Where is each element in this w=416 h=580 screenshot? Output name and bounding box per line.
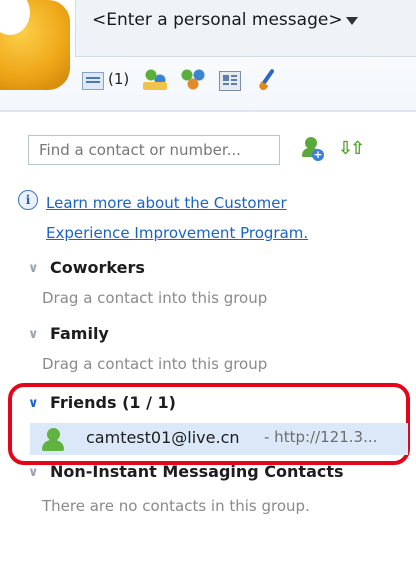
search-input[interactable] — [28, 135, 280, 165]
chevron-down-icon[interactable]: ∨ — [28, 465, 39, 480]
ceip-link[interactable]: Experience Improvement Program. — [46, 218, 308, 248]
group-label: Coworkers — [50, 258, 145, 277]
group-name: Friends — [50, 393, 117, 412]
personal-message[interactable]: <Enter a personal message> — [92, 10, 343, 30]
mail-count[interactable]: (1) — [108, 70, 129, 88]
group-label: Friends (1 / 1) — [50, 393, 176, 412]
contact-personal-message: - http://121.3... — [264, 428, 378, 446]
contact-email[interactable]: camtest01@live.cn — [86, 428, 240, 447]
ceip-link[interactable]: Learn more about the Customer — [46, 188, 287, 218]
avatar[interactable] — [0, 0, 70, 90]
chevron-down-icon[interactable] — [346, 17, 358, 25]
mail-icon[interactable] — [82, 72, 104, 90]
chevron-down-icon[interactable]: ∨ — [28, 327, 39, 342]
group-empty-text: There are no contacts in this group. — [42, 497, 310, 515]
group-count: (1 / 1) — [122, 393, 176, 412]
groups-icon[interactable] — [181, 68, 206, 90]
news-icon[interactable] — [219, 71, 242, 91]
group-label: Family — [50, 324, 109, 343]
contacts-icon[interactable] — [143, 68, 168, 90]
toolbar: (1) — [82, 66, 293, 92]
online-status-icon — [42, 428, 66, 452]
paintbrush-icon[interactable] — [255, 68, 279, 90]
group-empty-text: Drag a contact into this group — [42, 289, 268, 307]
chevron-down-icon[interactable]: ∨ — [28, 396, 39, 411]
sort-icon[interactable]: ⇩⇧ — [338, 138, 365, 159]
chevron-down-icon[interactable]: ∨ — [28, 261, 39, 276]
group-empty-text: Drag a contact into this group — [42, 355, 268, 373]
info-icon: i — [18, 190, 38, 210]
group-label: Non-Instant Messaging Contacts — [50, 462, 344, 481]
plus-icon[interactable]: + — [312, 149, 324, 161]
